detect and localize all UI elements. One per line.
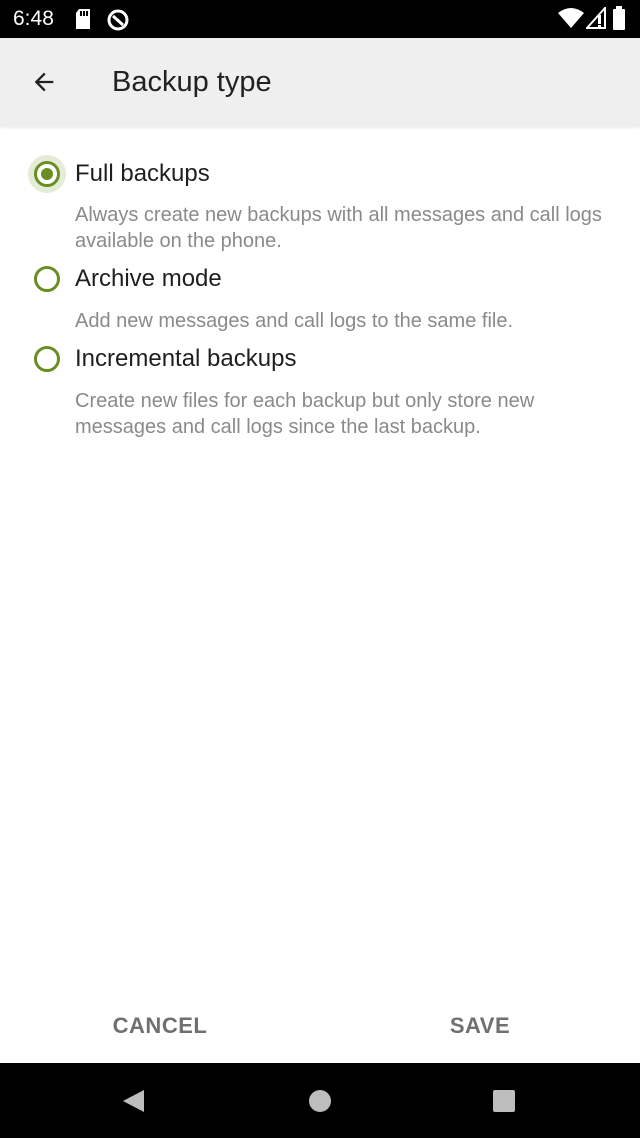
recents-square-icon[interactable]	[492, 1089, 516, 1113]
option-full-backups[interactable]: Full backups Always create new backups w…	[0, 150, 640, 255]
radio-full-backups[interactable]	[34, 161, 60, 187]
back-triangle-icon[interactable]	[120, 1088, 146, 1114]
arrow-left-icon	[34, 72, 54, 92]
back-button[interactable]	[22, 60, 66, 104]
status-time: 6:48	[13, 7, 54, 30]
radio-incremental-backups[interactable]	[34, 346, 60, 372]
option-description: Add new messages and call logs to the sa…	[75, 310, 514, 332]
status-bar: 6:48	[0, 0, 640, 38]
page-title: Backup type	[112, 66, 272, 98]
option-label: Full backups	[75, 160, 210, 187]
app-bar: Backup type	[0, 38, 640, 126]
option-archive-mode[interactable]: Archive mode Add new messages and call l…	[0, 255, 640, 335]
sd-card-icon	[76, 9, 90, 29]
data-saver-icon	[107, 9, 129, 31]
system-nav-bar	[0, 1063, 640, 1138]
wifi-icon	[558, 8, 584, 28]
option-label: Archive mode	[75, 265, 222, 292]
option-description: Create new files for each backup but onl…	[75, 390, 535, 438]
signal-icon	[586, 7, 606, 29]
battery-icon	[613, 6, 625, 30]
radio-archive-mode[interactable]	[34, 266, 60, 292]
option-incremental-backups[interactable]: Incremental backups Create new files for…	[0, 335, 640, 440]
cancel-button[interactable]: CANCEL	[80, 1006, 240, 1046]
option-label: Incremental backups	[75, 345, 297, 372]
save-button[interactable]: SAVE	[400, 1006, 560, 1046]
option-description: Always create new backups with all messa…	[75, 204, 602, 252]
home-circle-icon[interactable]	[308, 1089, 332, 1113]
